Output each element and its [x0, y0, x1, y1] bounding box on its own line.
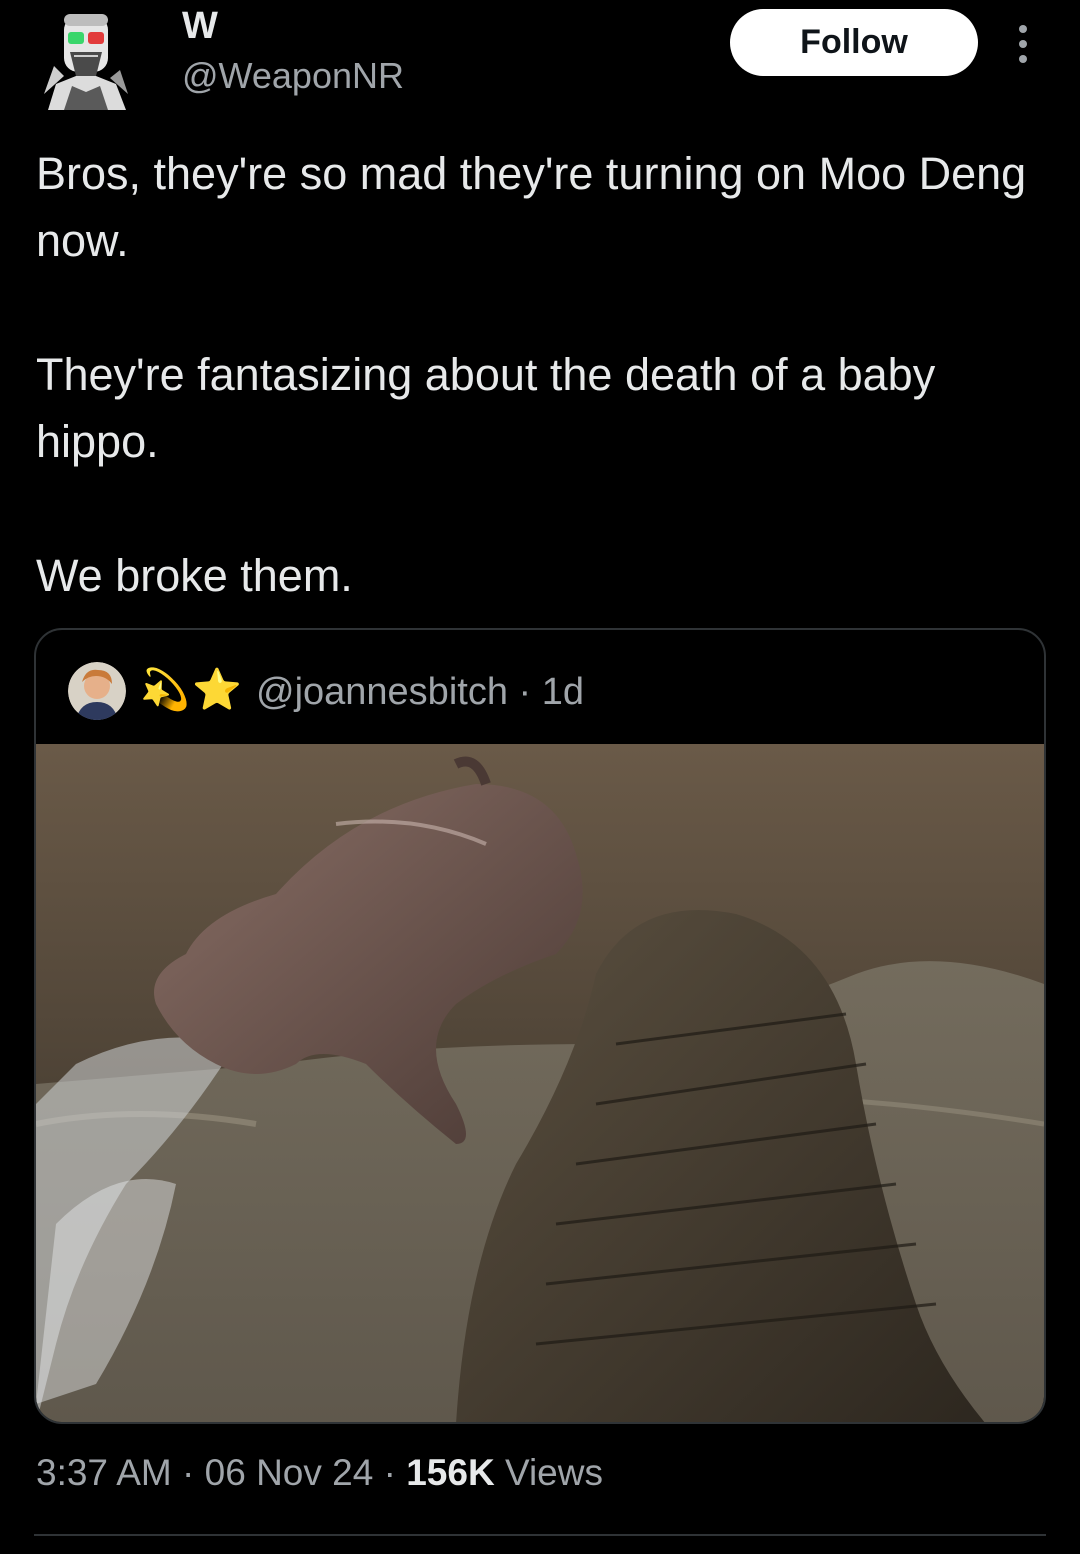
separator-dot: · — [373, 1452, 407, 1493]
views-count[interactable]: 156K — [406, 1452, 494, 1493]
separator-dot: · — [507, 671, 542, 713]
follow-button[interactable]: Follow — [730, 9, 978, 76]
author-avatar[interactable] — [34, 6, 138, 110]
quoted-tweet-card[interactable]: 💫 ⭐ @joannesbitch · 1d — [34, 628, 1046, 1424]
tweet-body: Bros, they're so mad they're turning on … — [36, 140, 1056, 609]
dizzy-emoji-icon: 💫 — [140, 668, 190, 712]
star-emoji-icon: ⭐ — [192, 668, 242, 712]
quoted-author-handle-line[interactable]: @joannesbitch · 1d — [256, 668, 584, 716]
tweet-paragraph: Bros, they're so mad they're turning on … — [36, 148, 1027, 266]
tweet-time[interactable]: 3:37 AM — [36, 1452, 172, 1493]
tweet-date[interactable]: 06 Nov 24 — [205, 1452, 374, 1493]
tweet-header: W @WeaponNR Follow — [0, 0, 1080, 120]
tweet-paragraph: They're fantasizing about the death of a… — [36, 349, 936, 467]
author-display-name[interactable]: W — [182, 4, 218, 48]
tweet-paragraph: We broke them. — [36, 550, 353, 601]
vertical-ellipsis-icon[interactable] — [1006, 22, 1040, 66]
quoted-author-handle: @joannesbitch — [256, 671, 508, 713]
views-label: Views — [494, 1452, 603, 1493]
quoted-tweet-header: 💫 ⭐ @joannesbitch · 1d — [36, 630, 1044, 744]
quoted-tweet-age: 1d — [541, 671, 585, 713]
separator-dot: · — [171, 1452, 205, 1493]
crocodile-attacking-baby-hippo-photo[interactable] — [36, 744, 1044, 1424]
tweet-metadata: 3:37 AM · 06 Nov 24 · 156K Views — [36, 1448, 603, 1498]
divider — [34, 1534, 1046, 1536]
author-handle[interactable]: @WeaponNR — [182, 54, 404, 98]
quoted-author-avatar[interactable] — [68, 662, 126, 720]
